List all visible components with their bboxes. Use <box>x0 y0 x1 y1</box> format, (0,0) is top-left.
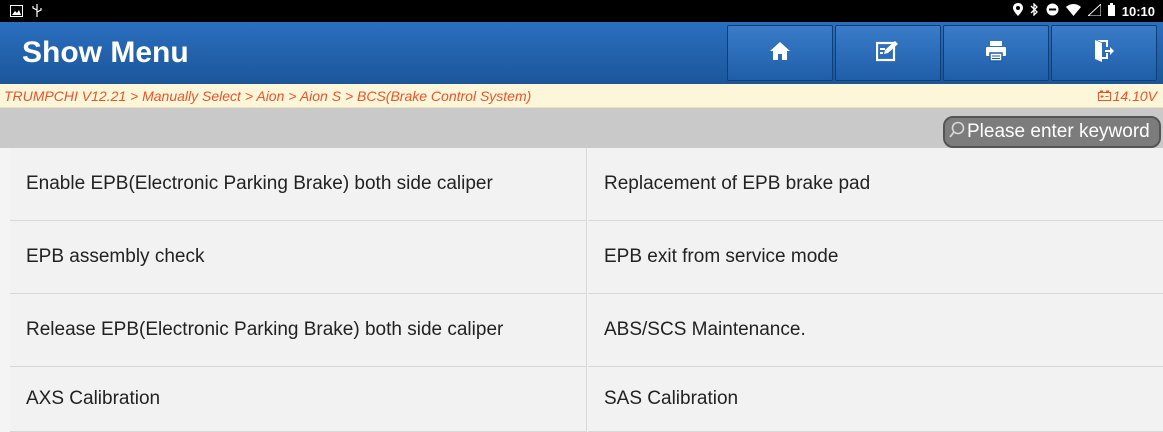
home-button[interactable] <box>727 25 833 81</box>
status-bar: 10:10 <box>0 0 1163 22</box>
menu-item-replace-epb-pad[interactable]: Replacement of EPB brake pad <box>588 148 1163 221</box>
exit-icon <box>1094 39 1114 68</box>
menu-item-enable-epb[interactable]: Enable EPB(Electronic Parking Brake) bot… <box>10 148 587 221</box>
battery-voltage: 14.10V <box>1097 88 1157 104</box>
edit-button[interactable] <box>835 25 941 81</box>
search-icon <box>949 121 965 144</box>
bluetooth-icon <box>1030 2 1039 19</box>
print-button[interactable] <box>943 25 1049 81</box>
signal-icon <box>1086 2 1102 19</box>
breadcrumb-bar: TRUMPCHI V12.21 > Manually Select > Aion… <box>0 84 1163 108</box>
menu-item-release-epb[interactable]: Release EPB(Electronic Parking Brake) bo… <box>10 294 587 367</box>
menu-item-abs-scs-maintenance[interactable]: ABS/SCS Maintenance. <box>588 294 1163 367</box>
breadcrumb: TRUMPCHI V12.21 > Manually Select > Aion… <box>4 88 532 104</box>
wifi-icon <box>1065 3 1081 19</box>
location-icon <box>1012 3 1023 19</box>
image-icon <box>10 4 23 20</box>
menu-item-axs-calibration[interactable]: AXS Calibration <box>10 367 587 432</box>
search-bar <box>0 108 1163 148</box>
print-icon <box>985 40 1007 67</box>
menu-item-sas-calibration[interactable]: SAS Calibration <box>588 367 1163 432</box>
edit-icon <box>875 40 900 67</box>
minus-circle-icon <box>1046 3 1059 19</box>
app-header: Show Menu <box>0 22 1163 84</box>
menu-grid: Enable EPB(Electronic Parking Brake) bot… <box>0 148 1163 432</box>
exit-button[interactable] <box>1051 25 1157 81</box>
car-battery-icon <box>1097 88 1111 104</box>
battery-icon <box>1107 3 1115 19</box>
home-icon <box>769 40 791 67</box>
search-input[interactable] <box>967 121 1157 143</box>
clock: 10:10 <box>1121 3 1155 19</box>
menu-item-epb-assembly-check[interactable]: EPB assembly check <box>10 221 587 294</box>
usb-icon <box>31 4 43 20</box>
page-title: Show Menu <box>22 36 189 69</box>
search-box[interactable] <box>943 116 1161 148</box>
menu-item-epb-exit-service[interactable]: EPB exit from service mode <box>588 221 1163 294</box>
voltage-value: 14.10V <box>1112 88 1157 104</box>
